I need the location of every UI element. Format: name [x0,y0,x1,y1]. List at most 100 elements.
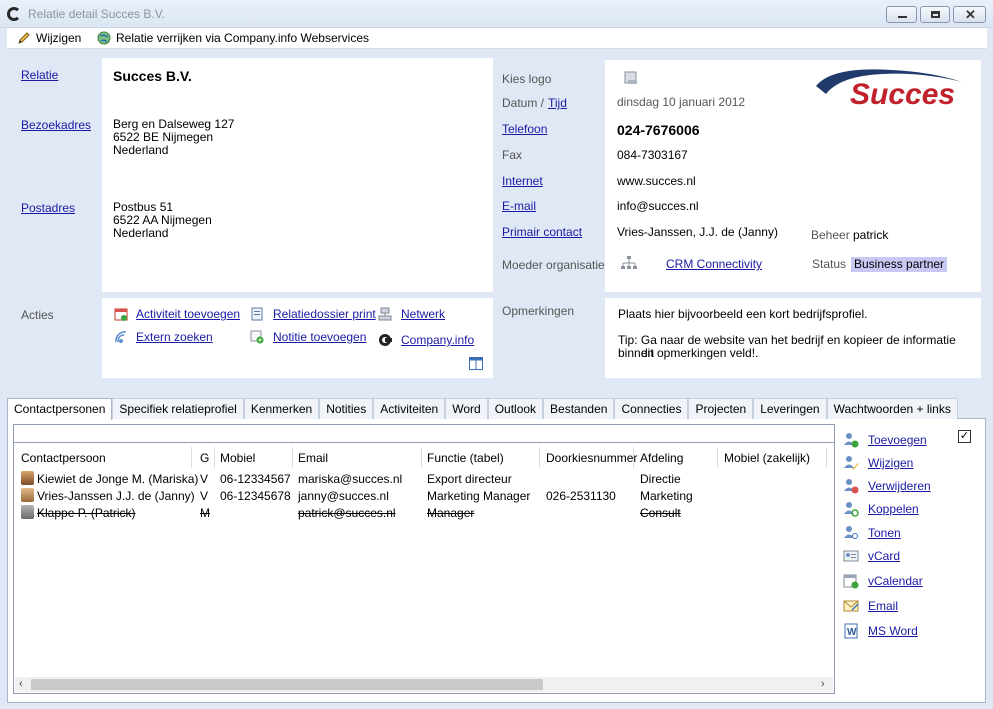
phone-value[interactable]: 024-7676006 [617,122,700,138]
link-contact-label: Koppelen [868,502,919,516]
contacts-grid: Contactpersoon G Mobiel Email Functie (t… [13,424,835,694]
vcalendar-label: vCalendar [868,574,923,588]
close-button[interactable]: ✕ [953,6,986,23]
scroll-right-icon[interactable]: › [821,677,825,692]
column-header-afdeling[interactable]: Afdeling [640,451,683,468]
parent-org-link[interactable]: CRM Connectivity [666,258,762,271]
scroll-left-icon[interactable]: ‹ [19,677,23,692]
document-icon [251,307,263,321]
note-add-icon [250,330,264,344]
postadres-link[interactable]: Postadres [21,201,75,215]
tab-specifiek-relatieprofiel[interactable]: Specifiek relatieprofiel [112,398,244,419]
ms-word-action[interactable]: W MS Word [843,623,918,639]
column-header-contactpersoon[interactable]: Contactpersoon [21,451,106,468]
relatie-link[interactable]: Relatie [21,68,58,82]
remarks-line-1: Plaats hier bijvoorbeeld een kort bedrij… [618,307,868,321]
fax-value[interactable]: 084-7303167 [617,149,688,162]
edit-contact-label: Wijzigen [868,456,914,470]
edit-contact-action[interactable]: Wijzigen [843,455,913,471]
remarks-panel[interactable]: Plaats hier bijvoorbeeld een kort bedrij… [605,298,981,378]
beheer-value[interactable]: patrick [853,229,888,242]
avatar [21,488,34,502]
add-activity-action[interactable]: Activiteit toevoegen [114,307,240,321]
grid-group-bar [14,425,834,443]
fax-label: Fax [502,148,523,162]
panel-layout-icon[interactable] [469,357,483,370]
column-divider [633,447,634,468]
add-contact-label: Toevoegen [868,433,927,447]
globe-icon [97,31,111,45]
column-header-mobiel[interactable]: Mobiel [220,451,255,468]
enrich-relation-button[interactable]: Relatie verrijken via Company.info Webse… [97,31,369,45]
add-note-action[interactable]: Notitie toevoegen [250,330,366,344]
scrollbar-thumb[interactable] [31,679,543,690]
primary-contact-value[interactable]: Vries-Janssen, J.J. de (Janny) [617,226,778,239]
tab-leveringen[interactable]: Leveringen [753,398,827,419]
email-link[interactable]: E-mail [502,199,536,213]
choose-logo-icon[interactable] [623,70,639,86]
column-header-functie[interactable]: Functie (tabel) [427,451,504,468]
email-icon [843,600,859,612]
vcalendar-action[interactable]: vCalendar [843,573,923,589]
internet-value[interactable]: www.succes.nl [617,175,696,188]
calendar-add-icon [114,308,128,321]
contact-gender: V [200,472,209,486]
tab-kenmerken[interactable]: Kenmerken [243,398,320,419]
status-badge[interactable]: Business partner [851,257,948,272]
column-divider [826,447,827,468]
email-value[interactable]: info@succes.nl [617,200,699,213]
date-value: dinsdag 10 januari 2012 [617,95,746,109]
tab-notities[interactable]: Notities [319,398,374,419]
maximize-button[interactable] [920,6,950,23]
network-action[interactable]: Netwerk [378,307,445,321]
contact-name: Klappe P. (Patrick) [37,506,136,520]
postal-address-line-3[interactable]: Nederland [113,227,168,240]
primary-contact-link[interactable]: Primair contact [502,225,582,239]
visit-address-line-3[interactable]: Nederland [113,144,168,157]
add-contact-action[interactable]: Toevoegen [843,432,927,448]
column-header-doorkiesnummer[interactable]: Doorkiesnummer [546,451,637,468]
horizontal-scrollbar[interactable]: ‹ › [15,677,833,692]
email-action[interactable]: Email [843,598,898,614]
tab-bestanden[interactable]: Bestanden [543,398,615,419]
vcalendar-icon [843,574,859,589]
column-header-email[interactable]: Email [298,451,328,468]
column-header-g[interactable]: G [200,451,209,468]
network-label: Netwerk [401,307,446,321]
show-contact-action[interactable]: Tonen [843,525,901,541]
column-header-mobiel-zakelijk[interactable]: Mobiel (zakelijk) [724,451,810,468]
tab-projecten[interactable]: Projecten [688,398,754,419]
acties-label: Acties [21,308,54,322]
select-all-checkbox[interactable]: ✓ [958,430,971,443]
tab-wachtwoorden-links[interactable]: Wachtwoorden + links [826,398,958,419]
show-contact-label: Tonen [868,526,901,540]
contact-name: Vries-Janssen J.J. de (Janny) [37,489,195,503]
internet-link[interactable]: Internet [502,174,543,188]
tab-connecties[interactable]: Connecties [614,398,689,419]
tijd-link[interactable]: Tijd [548,96,567,110]
tab-word[interactable]: Word [445,398,488,419]
parent-org-label: Moeder organisatie [502,258,605,272]
vcard-action[interactable]: vCard [843,548,900,564]
company-info-action[interactable]: Company.info [378,333,474,347]
close-icon: ✕ [965,7,976,22]
bezoekadres-link[interactable]: Bezoekadres [21,118,91,132]
network-icon [378,307,392,321]
link-contact-action[interactable]: Koppelen [843,501,919,517]
print-dossier-action[interactable]: Relatiedossier print [250,307,376,321]
tab-outlook[interactable]: Outlook [487,398,544,419]
tab-contactpersonen[interactable]: Contactpersonen [7,398,113,420]
company-name[interactable]: Succes B.V. [113,68,192,84]
external-search-action[interactable]: Extern zoeken [114,330,213,344]
tab-activiteiten[interactable]: Activiteiten [373,398,446,419]
contact-function: Manager [427,506,475,520]
add-note-label: Notitie toevoegen [273,330,367,344]
person-delete-icon [844,479,859,494]
company-logo: Succes [812,64,972,112]
window-title: Relatie detail Succes B.V. [28,7,165,21]
print-dossier-label: Relatiedossier print [273,307,376,321]
minimize-button[interactable] [886,6,917,23]
edit-button[interactable]: Wijzigen [17,31,81,45]
telefoon-link[interactable]: Telefoon [502,122,547,136]
delete-contact-action[interactable]: Verwijderen [843,478,931,494]
